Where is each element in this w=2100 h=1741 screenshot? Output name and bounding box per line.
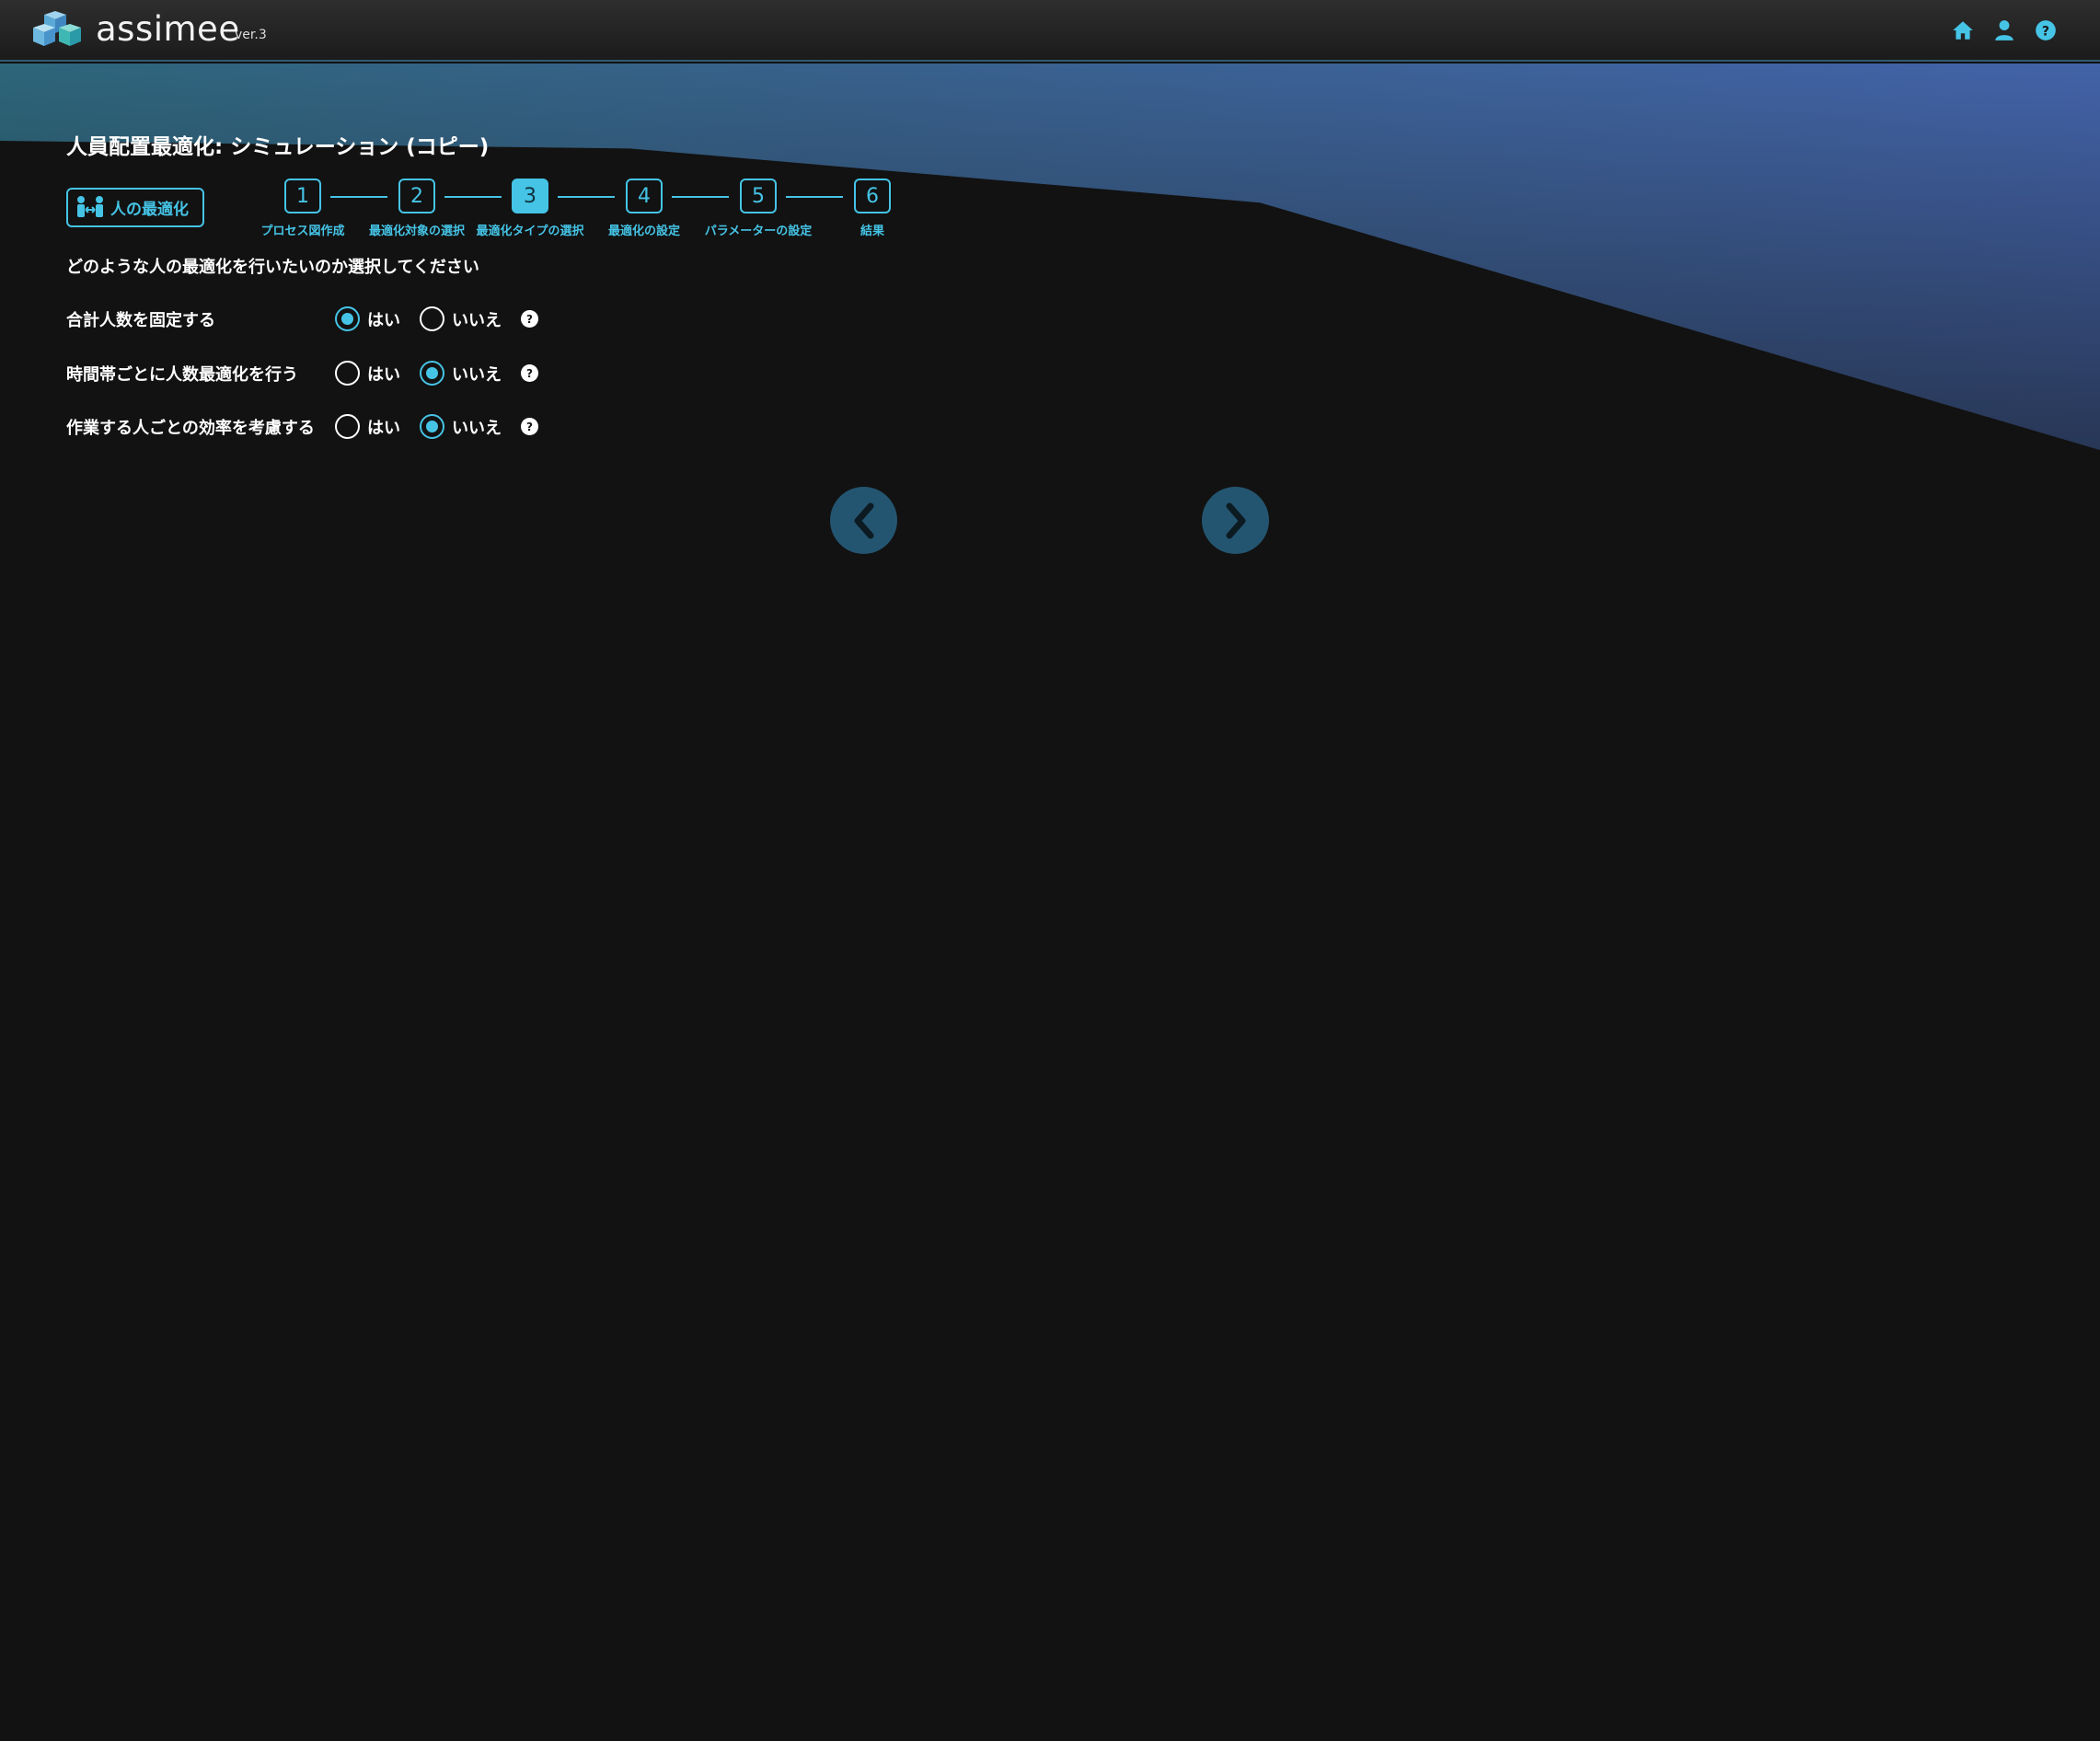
svg-text:?: ? — [2042, 24, 2049, 39]
step-5-label: パラメーターの設定 — [704, 225, 813, 238]
home-icon[interactable] — [1951, 18, 1975, 42]
optimization-type-badge: 人の最適化 — [66, 188, 204, 227]
radio-yes[interactable] — [335, 414, 360, 439]
optimization-type-label: 人の最適化 — [110, 201, 189, 219]
step-6[interactable]: 6 — [854, 179, 891, 213]
radio-no[interactable] — [420, 361, 444, 386]
people-exchange-icon — [77, 195, 103, 217]
step-3-label: 最適化タイプの選択 — [476, 225, 584, 238]
radio-no[interactable] — [420, 306, 444, 331]
page-title: 人員配置最適化: シミュレーション (コピー) — [66, 135, 490, 159]
step-connector — [330, 196, 387, 198]
help-icon[interactable]: ? — [521, 418, 538, 435]
radio-yes-label[interactable]: はい — [367, 307, 400, 331]
radio-no-label[interactable]: いいえ — [452, 362, 502, 386]
radio-yes[interactable] — [335, 361, 360, 386]
step-1[interactable]: 1 — [284, 179, 321, 213]
radio-no[interactable] — [420, 414, 444, 439]
app-name: assimee — [96, 9, 240, 49]
radio-no-label[interactable]: いいえ — [452, 307, 502, 331]
help-icon[interactable]: ? — [521, 364, 538, 382]
chevron-left-icon — [854, 502, 873, 538]
selection-prompt: どのような人の最適化を行いたいのか選択してください — [66, 258, 479, 277]
help-icon[interactable]: ? — [521, 310, 538, 328]
radio-no-label[interactable]: いいえ — [452, 415, 502, 439]
step-2[interactable]: 2 — [398, 179, 435, 213]
step-1-label: プロセス図作成 — [260, 225, 345, 238]
step-connector — [786, 196, 843, 198]
step-4[interactable]: 4 — [626, 179, 663, 213]
option-label: 時間帯ごとに人数最適化を行う — [66, 365, 298, 385]
step-connector — [558, 196, 615, 198]
radio-yes[interactable] — [335, 306, 360, 331]
option-label: 作業する人ごとの効率を考慮する — [66, 419, 315, 438]
radio-yes-label[interactable]: はい — [367, 362, 400, 386]
app-version: ver.3 — [235, 28, 267, 42]
next-button[interactable] — [1202, 487, 1269, 554]
assimee-logo-icon[interactable] — [31, 11, 83, 50]
chevron-right-icon — [1226, 502, 1245, 538]
step-2-label: 最適化対象の選択 — [368, 225, 465, 238]
radio-yes-label[interactable]: はい — [367, 415, 400, 439]
step-4-label: 最適化の設定 — [607, 225, 680, 238]
step-3[interactable]: 3 — [512, 179, 548, 213]
step-6-label: 結果 — [860, 225, 884, 238]
top-bar: assimee ver.3 ? — [0, 0, 2100, 62]
step-5[interactable]: 5 — [740, 179, 777, 213]
help-icon[interactable]: ? — [2034, 18, 2058, 42]
option-label: 合計人数を固定する — [66, 311, 215, 330]
user-icon[interactable] — [1992, 18, 2016, 42]
step-connector — [672, 196, 729, 198]
previous-button[interactable] — [830, 487, 897, 554]
step-connector — [444, 196, 502, 198]
